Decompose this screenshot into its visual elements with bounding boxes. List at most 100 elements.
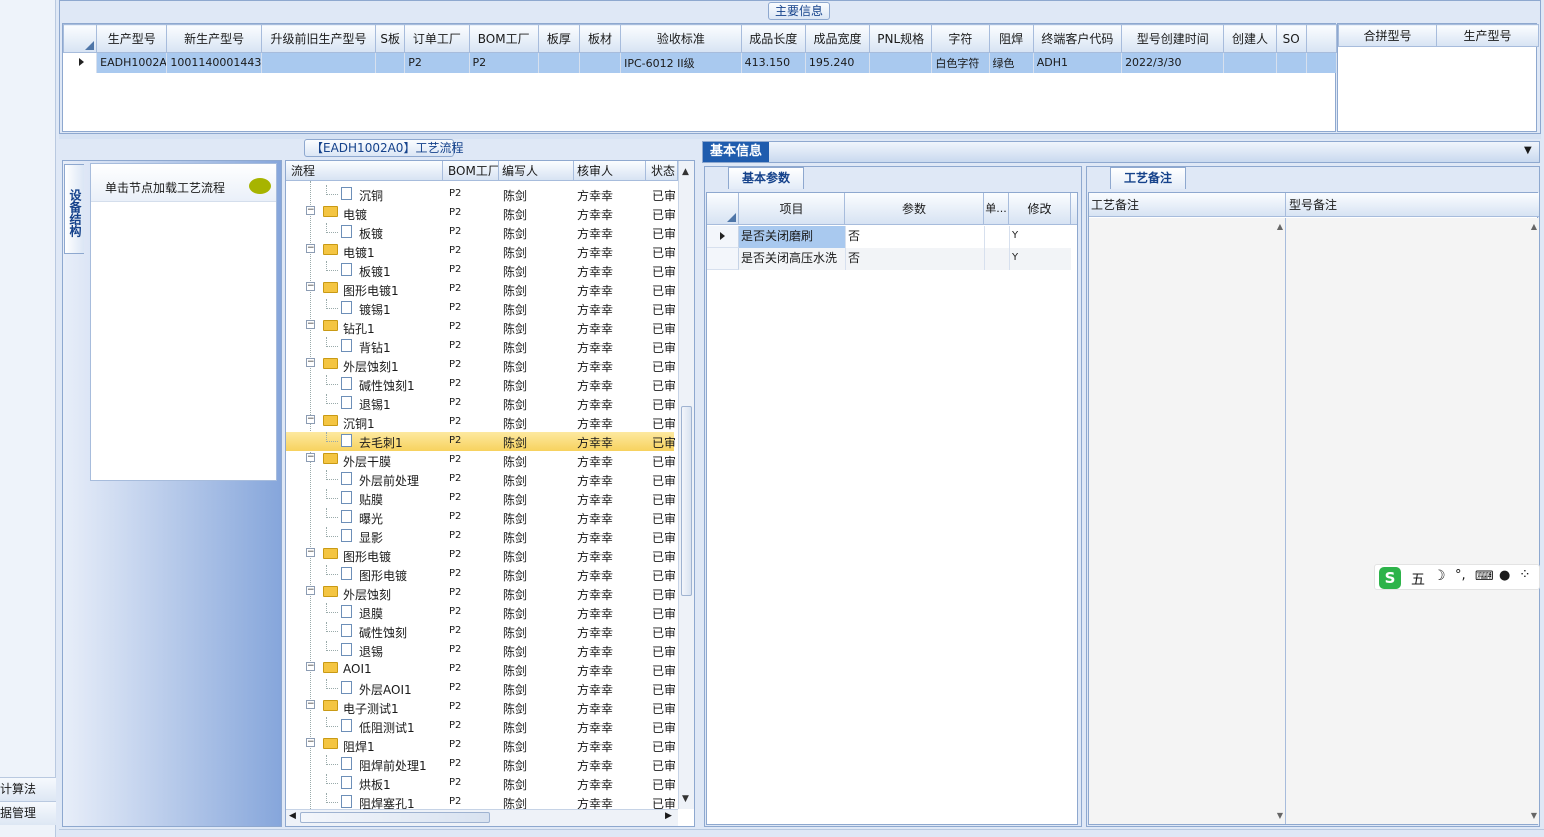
collapse-icon[interactable]: − bbox=[306, 586, 315, 595]
main-cell-9[interactable]: 413.150 bbox=[741, 52, 806, 73]
model-remark-textarea[interactable]: ▲ ▼ bbox=[1285, 218, 1539, 824]
keyboard-icon[interactable]: ⌨ bbox=[1475, 569, 1494, 584]
main-cell-15[interactable]: 2022/3/30 bbox=[1121, 52, 1225, 73]
main-cell-4[interactable]: P2 bbox=[404, 52, 470, 73]
param-item[interactable]: 是否关闭高压水洗 bbox=[739, 248, 845, 270]
tree-row[interactable]: 碱性蚀刻1 P2 陈剑 方幸幸 已审 bbox=[286, 375, 676, 394]
param-unit[interactable] bbox=[984, 226, 1009, 248]
moon-icon[interactable]: ☽ bbox=[1433, 568, 1446, 584]
tree-row[interactable]: 显影 P2 陈剑 方幸幸 已审 bbox=[286, 527, 676, 546]
tab-process-remarks[interactable]: 工艺备注 bbox=[1110, 167, 1186, 189]
col-header-13[interactable]: 阻焊 bbox=[988, 24, 1034, 53]
tree-row[interactable]: 外层前处理 P2 陈剑 方幸幸 已审 bbox=[286, 470, 676, 489]
collapse-icon[interactable]: − bbox=[306, 358, 315, 367]
dropdown-chevron-icon[interactable]: ▼ bbox=[1524, 145, 1532, 156]
tree-row[interactable]: 去毛刺1 P2 陈剑 方幸幸 已审 bbox=[286, 432, 676, 451]
tree-row[interactable]: − 电子测试1 P2 陈剑 方幸幸 已审 bbox=[286, 698, 676, 717]
tree-row[interactable]: − 电镀1 P2 陈剑 方幸幸 已审 bbox=[286, 242, 676, 261]
main-cell-14[interactable]: ADH1 bbox=[1033, 52, 1123, 73]
tree-row[interactable]: 退锡 P2 陈剑 方幸幸 已审 bbox=[286, 641, 676, 660]
tree-row[interactable]: 低阻测试1 P2 陈剑 方幸幸 已审 bbox=[286, 717, 676, 736]
collapse-icon[interactable]: − bbox=[306, 282, 315, 291]
tree-row[interactable]: − 钻孔1 P2 陈剑 方幸幸 已审 bbox=[286, 318, 676, 337]
main-cell-2[interactable] bbox=[261, 52, 377, 73]
tree-row[interactable]: 沉铜 P2 陈剑 方幸幸 已审 bbox=[286, 185, 676, 204]
tree-col-header[interactable]: 状态 bbox=[648, 161, 678, 181]
tree-row[interactable]: 图形电镀 P2 陈剑 方幸幸 已审 bbox=[286, 565, 676, 584]
merge-col-header[interactable]: 合拼型号 bbox=[1338, 24, 1437, 47]
tree-row[interactable]: − 图形电镀1 P2 陈剑 方幸幸 已审 bbox=[286, 280, 676, 299]
collapse-icon[interactable]: − bbox=[306, 453, 315, 462]
col-header-4[interactable]: 订单工厂 bbox=[404, 24, 470, 53]
main-cell-3[interactable] bbox=[375, 52, 406, 73]
main-cell-10[interactable]: 195.240 bbox=[805, 52, 871, 73]
tree-row[interactable]: 背钻1 P2 陈剑 方幸幸 已审 bbox=[286, 337, 676, 356]
ime-toolbar[interactable]: S 五 ☽ °, ⌨ ● ⁘ bbox=[1374, 564, 1540, 590]
collapse-icon[interactable]: − bbox=[306, 662, 315, 671]
grid-menu-icon[interactable]: ⁘ bbox=[1519, 567, 1531, 583]
main-cell-0[interactable]: EADH1002A0 bbox=[96, 52, 168, 73]
collapse-icon[interactable]: − bbox=[306, 738, 315, 747]
main-cell-11[interactable] bbox=[869, 52, 933, 73]
tree-col-header[interactable]: 核审人 bbox=[574, 161, 646, 181]
col-header-12[interactable]: 字符 bbox=[931, 24, 990, 53]
tree-col-header[interactable]: BOM工厂 bbox=[445, 161, 499, 181]
tree-vscroll-thumb[interactable] bbox=[681, 406, 692, 596]
tree-row[interactable]: 退锡1 P2 陈剑 方幸幸 已审 bbox=[286, 394, 676, 413]
user-icon[interactable]: ● bbox=[1499, 568, 1510, 583]
main-cell-16[interactable] bbox=[1223, 52, 1277, 73]
col-header-3[interactable]: S板 bbox=[375, 24, 406, 53]
process-remark-textarea[interactable]: ▲ ▼ bbox=[1089, 218, 1285, 824]
structure-list[interactable]: 单击节点加载工艺流程 bbox=[90, 163, 277, 481]
tree-body[interactable]: 沉铜 P2 陈剑 方幸幸 已审 − 电镀 P2 陈剑 方幸幸 已审 板镀 P2 陈剑 方幸幸 已审 − 电镀1 P2… bbox=[286, 181, 678, 809]
tree-row[interactable]: 烘板1 P2 陈剑 方幸幸 已审 bbox=[286, 774, 676, 793]
main-cell-1[interactable]: 10011400014435 bbox=[166, 52, 262, 73]
param-unit[interactable] bbox=[984, 248, 1009, 270]
col-header-7[interactable]: 板材 bbox=[578, 24, 622, 53]
collapse-icon[interactable]: − bbox=[306, 415, 315, 424]
tree-row[interactable]: 外层AOI1 P2 陈剑 方幸幸 已审 bbox=[286, 679, 676, 698]
param-item[interactable]: 是否关闭磨刷 bbox=[739, 226, 845, 248]
grid-corner[interactable] bbox=[62, 24, 98, 53]
collapse-icon[interactable]: − bbox=[306, 244, 315, 253]
param-modify[interactable]: Y bbox=[1009, 248, 1071, 270]
param-value[interactable]: 否 bbox=[845, 248, 984, 270]
tree-row[interactable]: 阻焊前处理1 P2 陈剑 方幸幸 已审 bbox=[286, 755, 676, 774]
main-cell-17[interactable] bbox=[1276, 52, 1307, 73]
col-header-9[interactable]: 成品长度 bbox=[740, 24, 806, 53]
tree-vscrollbar[interactable]: ▲ ▼ bbox=[678, 161, 694, 809]
collapse-icon[interactable]: − bbox=[306, 320, 315, 329]
nav-item-0[interactable]: 计算法 bbox=[0, 777, 56, 801]
main-cell-6[interactable] bbox=[538, 52, 580, 73]
grid-corner[interactable] bbox=[707, 193, 739, 225]
tree-row[interactable]: 镀锡1 P2 陈剑 方幸幸 已审 bbox=[286, 299, 676, 318]
tree-row[interactable]: 板镀1 P2 陈剑 方幸幸 已审 bbox=[286, 261, 676, 280]
col-header-17[interactable]: SO bbox=[1275, 24, 1307, 53]
col-header-param[interactable]: 参数 bbox=[845, 193, 984, 225]
ime-mode[interactable]: 五 bbox=[1411, 569, 1425, 589]
collapse-icon[interactable]: − bbox=[306, 206, 315, 215]
tree-row[interactable]: 退膜 P2 陈剑 方幸幸 已审 bbox=[286, 603, 676, 622]
tree-row[interactable]: 碱性蚀刻 P2 陈剑 方幸幸 已审 bbox=[286, 622, 676, 641]
main-cell-8[interactable]: IPC-6012 II级 bbox=[620, 52, 742, 73]
col-header-11[interactable]: PNL规格 bbox=[869, 24, 933, 53]
col-header-item[interactable]: 项目 bbox=[739, 193, 845, 225]
main-info-grid[interactable]: 生产型号 新生产型号 升级前旧生产型号 S板 订单工厂 BOM工厂 板厚 板材 验收标准 成品长度… bbox=[62, 23, 1338, 132]
main-cell-7[interactable] bbox=[579, 52, 622, 73]
col-header-16[interactable]: 创建人 bbox=[1223, 24, 1277, 53]
tab-basic-info[interactable]: 基本信息 bbox=[703, 142, 769, 162]
tree-col-header[interactable]: 编写人 bbox=[499, 161, 574, 181]
tree-row[interactable]: 贴膜 P2 陈剑 方幸幸 已审 bbox=[286, 489, 676, 508]
col-header-unit[interactable]: 单... bbox=[984, 193, 1009, 225]
col-header-10[interactable]: 成品宽度 bbox=[804, 24, 871, 53]
tree-row[interactable]: 曝光 P2 陈剑 方幸幸 已审 bbox=[286, 508, 676, 527]
collapse-icon[interactable]: − bbox=[306, 548, 315, 557]
params-grid[interactable]: 项目 参数 单... 修改 是否关闭磨刷 否 Y 是否关闭高压水洗 否 Y bbox=[706, 192, 1078, 825]
punctuation-icon[interactable]: °, bbox=[1455, 568, 1466, 583]
col-header-6[interactable]: 板厚 bbox=[537, 24, 580, 53]
tree-row[interactable]: 板镀 P2 陈剑 方幸幸 已审 bbox=[286, 223, 676, 242]
tree-row[interactable]: − 外层蚀刻1 P2 陈剑 方幸幸 已审 bbox=[286, 356, 676, 375]
col-header-8[interactable]: 验收标准 bbox=[620, 24, 742, 53]
col-header-modify[interactable]: 修改 bbox=[1009, 193, 1071, 225]
tree-row[interactable]: − 电镀 P2 陈剑 方幸幸 已审 bbox=[286, 204, 676, 223]
